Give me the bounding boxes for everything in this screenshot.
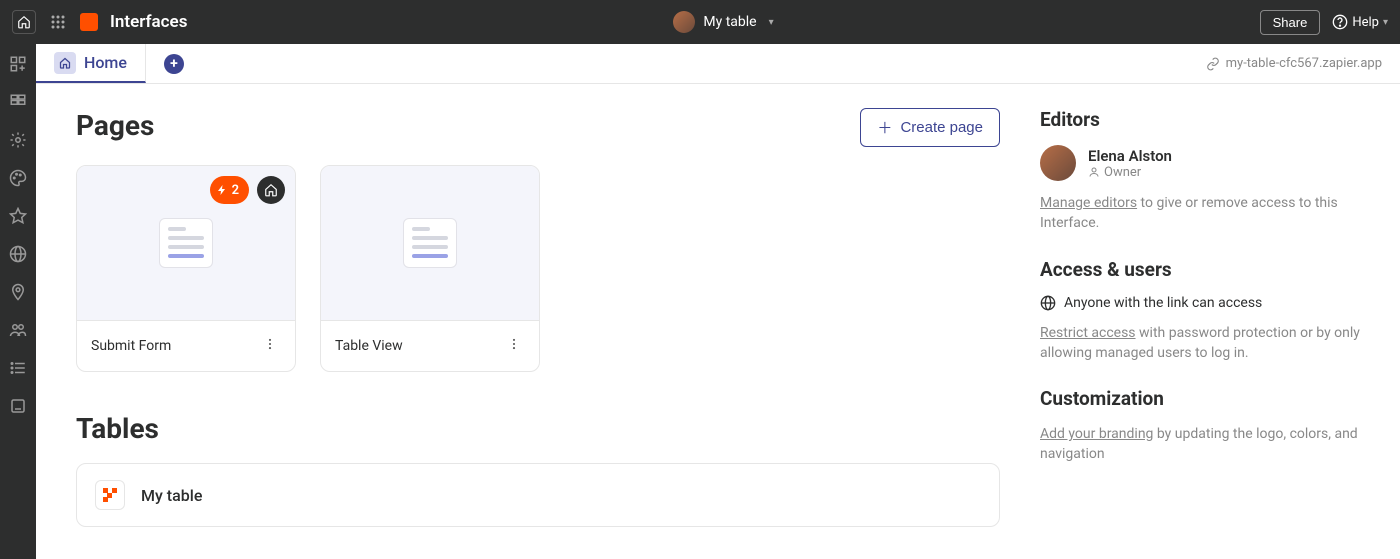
rail-list-icon[interactable] <box>8 358 28 378</box>
page-card[interactable]: 2 <box>76 165 296 372</box>
create-page-label: Create page <box>900 119 983 136</box>
rail-globe-icon[interactable] <box>8 244 28 264</box>
access-heading: Access & users <box>1040 258 1360 281</box>
help-button[interactable]: Help ▾ <box>1332 14 1388 30</box>
doc-thumbnail-icon <box>403 218 457 268</box>
public-url[interactable]: my-table-cfc567.zapier.app <box>1206 44 1400 83</box>
access-status: Anyone with the link can access <box>1040 295 1360 311</box>
workspace-switcher[interactable]: My table ▾ <box>187 11 1259 33</box>
zapier-logo-icon <box>80 13 98 31</box>
rail-star-icon[interactable] <box>8 206 28 226</box>
page-card-title: Submit Form <box>91 338 171 354</box>
plus-icon: + <box>164 54 184 74</box>
rail-theme-icon[interactable] <box>8 168 28 188</box>
tables-heading: Tables <box>76 412 1000 445</box>
page-card-preview <box>321 166 539 321</box>
editor-role: Owner <box>1104 165 1141 180</box>
editor-item: Elena Alston Owner <box>1040 145 1360 181</box>
access-status-text: Anyone with the link can access <box>1064 295 1262 311</box>
plus-icon: ＋ <box>877 117 892 138</box>
add-tab-button[interactable]: + <box>146 44 202 83</box>
pages-heading: Pages <box>76 109 154 142</box>
rail-components-icon[interactable] <box>8 54 28 74</box>
topbar: Interfaces My table ▾ Share Help ▾ <box>0 0 1400 44</box>
rail-archive-icon[interactable] <box>8 396 28 416</box>
badge-count: 2 <box>232 183 239 198</box>
add-branding-link[interactable]: Add your branding <box>1040 426 1153 442</box>
app-switcher-icon[interactable] <box>48 12 68 32</box>
chevron-down-icon: ▾ <box>1383 17 1388 28</box>
public-url-text: my-table-cfc567.zapier.app <box>1226 56 1382 71</box>
chevron-down-icon: ▾ <box>769 17 774 28</box>
avatar <box>673 11 695 33</box>
help-label: Help <box>1352 15 1379 30</box>
sidebar-panel: Editors Elena Alston Owner Manage editor… <box>1040 108 1360 535</box>
rail-users-icon[interactable] <box>8 320 28 340</box>
table-name: My table <box>141 486 202 505</box>
page-card-title: Table View <box>335 338 403 354</box>
editors-heading: Editors <box>1040 108 1360 131</box>
page-card[interactable]: Table View <box>320 165 540 372</box>
editor-name: Elena Alston <box>1088 147 1172 165</box>
tab-home[interactable]: Home <box>36 44 146 83</box>
left-rail <box>0 44 36 559</box>
home-page-badge[interactable] <box>257 176 285 204</box>
home-icon[interactable] <box>12 10 36 34</box>
page-card-preview: 2 <box>77 166 295 321</box>
more-menu-button[interactable] <box>503 333 525 359</box>
tab-label: Home <box>84 53 127 72</box>
avatar <box>1040 145 1076 181</box>
doc-thumbnail-icon <box>159 218 213 268</box>
rail-blocks-icon[interactable] <box>8 92 28 112</box>
restrict-access-link[interactable]: Restrict access <box>1040 325 1136 341</box>
home-icon <box>54 52 76 74</box>
table-row[interactable]: My table <box>76 463 1000 527</box>
more-menu-button[interactable] <box>259 333 281 359</box>
zap-count-badge[interactable]: 2 <box>210 176 249 204</box>
create-page-button[interactable]: ＋ Create page <box>860 108 1000 147</box>
app-title: Interfaces <box>110 12 187 32</box>
rail-settings-icon[interactable] <box>8 130 28 150</box>
table-icon <box>95 480 125 510</box>
share-button[interactable]: Share <box>1260 10 1321 35</box>
workspace-name: My table <box>703 14 756 30</box>
manage-editors-link[interactable]: Manage editors <box>1040 195 1137 211</box>
rail-pin-icon[interactable] <box>8 282 28 302</box>
tabbar: Home + my-table-cfc567.zapier.app <box>36 44 1400 84</box>
customization-heading: Customization <box>1040 387 1360 410</box>
